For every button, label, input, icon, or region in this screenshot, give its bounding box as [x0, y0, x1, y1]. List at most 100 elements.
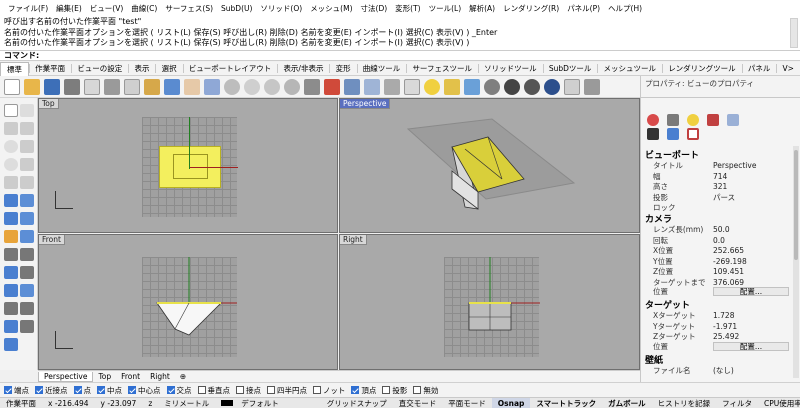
tab-9[interactable]: サーフェスツール — [406, 62, 478, 75]
undo-icon[interactable] — [164, 78, 180, 95]
status-ortho[interactable]: 直交モード — [393, 398, 443, 408]
status-units[interactable]: ミリメートル — [158, 398, 215, 408]
tab-13[interactable]: レンダリングツール — [662, 62, 742, 75]
lock-icon[interactable] — [444, 78, 460, 95]
sphere-render-icon[interactable] — [524, 78, 540, 95]
viewport-title-top[interactable]: Top — [39, 99, 59, 109]
freeform-icon[interactable] — [20, 176, 34, 189]
view-cube-icon[interactable] — [304, 78, 320, 95]
curve-icon[interactable] — [20, 122, 34, 135]
property-row[interactable]: 幅 714 — [653, 172, 789, 181]
add-viewport-tab-icon[interactable]: ⊕ — [175, 372, 191, 381]
panel-scroll-thumb[interactable] — [794, 150, 798, 260]
arc-icon[interactable] — [20, 140, 34, 153]
osnap-checkbox[interactable] — [313, 386, 321, 394]
osnap-checkbox[interactable] — [413, 386, 422, 394]
camera-icon[interactable] — [647, 128, 659, 140]
property-value[interactable]: 109.451 — [713, 267, 789, 276]
circle-icon[interactable] — [4, 140, 18, 153]
property-value[interactable]: 714 — [713, 172, 789, 181]
osnap-item-5[interactable]: 交点 — [166, 385, 192, 396]
status-history[interactable]: ヒストリを記録 — [652, 398, 717, 408]
osnap-item-6[interactable]: 垂直点 — [197, 385, 230, 396]
polyline-icon[interactable] — [4, 122, 18, 135]
property-value[interactable]: 252.665 — [713, 246, 789, 255]
vp-tab-perspective[interactable]: Perspective — [38, 371, 94, 382]
print-icon[interactable] — [64, 78, 80, 95]
brush-icon[interactable] — [667, 128, 679, 140]
osnap-item-10[interactable]: 頂点 — [351, 385, 376, 396]
rotate-view-icon[interactable] — [204, 78, 220, 95]
car-view-icon[interactable] — [324, 78, 340, 95]
osnap-item-2[interactable]: 点 — [73, 385, 91, 396]
tab-10[interactable]: ソリッドツール — [478, 62, 543, 75]
pan-icon[interactable] — [184, 78, 200, 95]
surface-icon[interactable] — [4, 194, 18, 207]
grid-icon[interactable] — [364, 78, 380, 95]
join-icon[interactable] — [4, 284, 18, 297]
extrude-icon[interactable] — [20, 194, 34, 207]
osnap-item-4[interactable]: 中心点 — [128, 385, 161, 396]
vp-tab-top[interactable]: Top — [93, 372, 116, 381]
menu-item-5[interactable]: SubD(U) — [217, 4, 256, 13]
tab-14[interactable]: パネル — [742, 62, 777, 75]
osnap-item-8[interactable]: 四半円点 — [267, 385, 307, 396]
tab-3[interactable]: 表示 — [128, 62, 155, 75]
document-prop-icon[interactable] — [727, 114, 739, 126]
status-gumball[interactable]: ガムボール — [602, 398, 652, 408]
new-file-icon[interactable] — [4, 78, 20, 95]
property-value[interactable]: 0.0 — [713, 236, 789, 245]
osnap-checkbox[interactable] — [351, 386, 360, 394]
property-row[interactable]: 投影 パース — [653, 193, 789, 202]
property-row[interactable]: X位置 252.665 — [653, 246, 789, 255]
menu-item-12[interactable]: レンダリング(R) — [499, 3, 563, 14]
status-filter[interactable]: フィルタ — [716, 398, 758, 408]
copy-icon[interactable] — [124, 78, 140, 95]
viewport-right[interactable]: Right — [339, 234, 640, 370]
properties-icon[interactable] — [564, 78, 580, 95]
osnap-item-1[interactable]: 近接点 — [35, 385, 68, 396]
material-icon[interactable] — [544, 78, 560, 95]
color-wheel-icon[interactable] — [647, 114, 659, 126]
menu-item-9[interactable]: 変形(T) — [391, 3, 424, 14]
osnap-checkbox[interactable] — [35, 386, 43, 394]
property-row[interactable]: Yターゲット -1.971 — [653, 322, 789, 331]
property-value[interactable]: 321 — [713, 182, 789, 191]
save-icon[interactable] — [44, 78, 60, 95]
osnap-checkbox[interactable] — [4, 386, 12, 394]
explode-icon[interactable] — [20, 284, 34, 297]
menu-item-4[interactable]: サーフェス(S) — [161, 3, 217, 14]
status-planar[interactable]: 平面モード — [442, 398, 492, 408]
import-icon[interactable] — [84, 78, 100, 95]
tab-2[interactable]: ビューの設定 — [71, 62, 128, 75]
tab-12[interactable]: メッシュツール — [598, 62, 663, 75]
property-value[interactable]: 25.492 — [713, 332, 789, 341]
menu-item-7[interactable]: メッシュ(M) — [306, 3, 356, 14]
property-value[interactable]: 376.069 — [713, 278, 789, 287]
menu-item-11[interactable]: 解析(A) — [465, 3, 499, 14]
camera-place-button[interactable]: 配置... — [713, 287, 789, 296]
boolean-icon[interactable] — [4, 230, 18, 243]
analyze-icon[interactable] — [20, 320, 34, 333]
tab-0[interactable]: 標準 — [0, 61, 29, 76]
menu-item-2[interactable]: ビュー(V) — [86, 3, 127, 14]
menu-item-13[interactable]: パネル(P) — [563, 3, 604, 14]
viewport-title-right[interactable]: Right — [340, 235, 367, 245]
history-scrollbar[interactable] — [790, 18, 798, 48]
viewport-front[interactable]: Front — [38, 234, 338, 370]
osnap-item-0[interactable]: 端点 — [4, 385, 29, 396]
property-value[interactable]: 1.728 — [713, 311, 789, 320]
property-row[interactable]: 高さ 321 — [653, 182, 789, 191]
viewport-title-front[interactable]: Front — [39, 235, 65, 245]
text-icon[interactable] — [20, 302, 34, 315]
tab-7[interactable]: 変形 — [330, 62, 357, 75]
sphere-shaded-icon[interactable] — [484, 78, 500, 95]
vp-tab-right[interactable]: Right — [145, 372, 175, 381]
group-icon[interactable] — [4, 320, 18, 333]
menu-item-3[interactable]: 曲線(C) — [127, 3, 161, 14]
property-row[interactable]: ファイル名 (なし) — [653, 366, 789, 375]
trim-icon[interactable] — [4, 266, 18, 279]
mesh-icon[interactable] — [20, 212, 34, 225]
tab-15[interactable]: V> — [777, 62, 800, 75]
menu-item-1[interactable]: 編集(E) — [52, 3, 86, 14]
